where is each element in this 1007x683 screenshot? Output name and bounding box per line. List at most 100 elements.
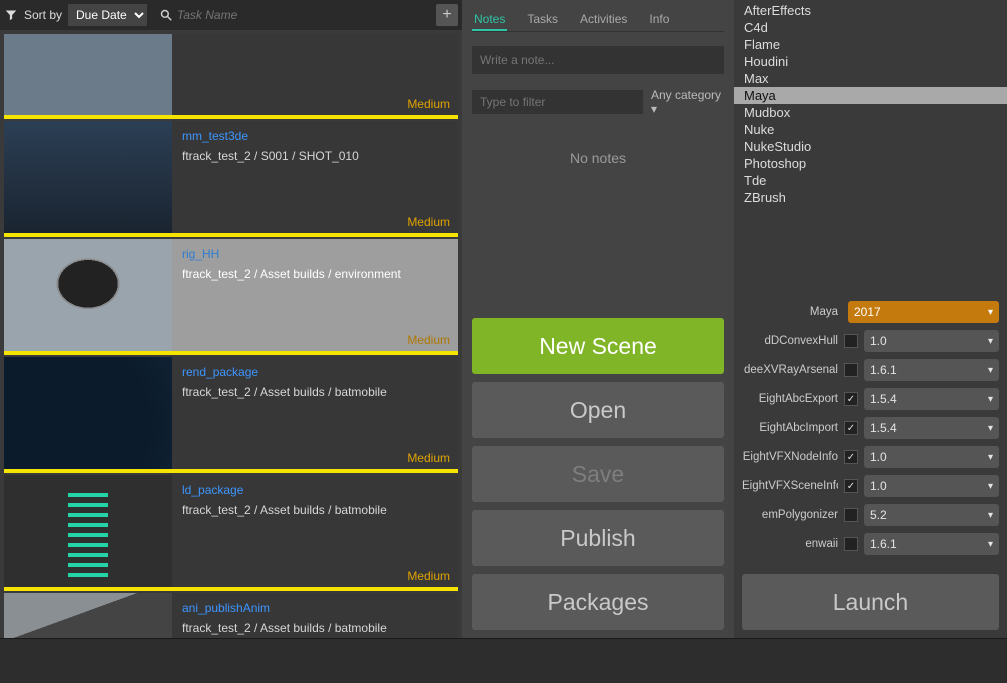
chevron-down-icon: ▾	[988, 307, 993, 318]
launch-button[interactable]: Launch	[742, 574, 999, 630]
app-item-max[interactable]: Max	[734, 70, 1007, 87]
plugin-version-value: 1.5.4	[870, 421, 897, 435]
app-item-flame[interactable]: Flame	[734, 36, 1007, 53]
action-stack: New Scene Open Save Publish Packages	[472, 318, 724, 630]
plugin-row: deeXVRayArsenal 1.6.1▾	[742, 357, 999, 383]
task-title: mm_test3de	[182, 129, 448, 143]
task-thumbnail	[4, 34, 172, 115]
sort-by-label: Sort by	[24, 8, 62, 22]
task-thumbnail	[4, 121, 172, 233]
plugin-row: emPolygonizer 5.2 ▾	[742, 502, 999, 528]
plugin-checkbox[interactable]: ✓	[844, 479, 858, 493]
publish-button[interactable]: Publish	[472, 510, 724, 566]
task-toolbar: Sort by Due Date +	[0, 0, 462, 30]
plugin-name: EightVFXNodeInfo	[742, 451, 838, 463]
task-thumbnail	[4, 475, 172, 587]
plugin-version-dropdown[interactable]: 1.5.4 ▾	[864, 417, 999, 439]
task-row[interactable]: ani_publishAnim ftrack_test_2 / Asset bui…	[4, 593, 458, 638]
app-version-row: Maya 2017 ▾	[742, 299, 999, 325]
plugin-checkbox[interactable]: ✓	[844, 392, 858, 406]
plugin-version-dropdown[interactable]: 1.0▾	[864, 446, 999, 468]
task-row[interactable]: Medium	[4, 34, 458, 119]
app-item-zbrush[interactable]: ZBrush	[734, 189, 1007, 206]
tab-bar: Notes Tasks Activities Info	[472, 8, 724, 32]
save-button[interactable]: Save	[472, 446, 724, 502]
plugin-version-dropdown[interactable]: 1.0 ▾	[864, 475, 999, 497]
task-info: rend_packageftrack_test_2 / Asset builds…	[172, 357, 458, 469]
chevron-down-icon: ▾	[651, 102, 657, 116]
details-panel: NotesTasksActivitiesInfo Any category ▾ …	[462, 0, 734, 638]
plugin-name: enwaii	[742, 538, 838, 550]
plugin-checkbox[interactable]	[844, 508, 858, 522]
tab-activities[interactable]: Activities	[578, 8, 629, 31]
tab-notes[interactable]: Notes	[472, 8, 507, 31]
plugin-version-dropdown[interactable]: 1.6.1▾	[864, 359, 999, 381]
task-thumbnail	[4, 357, 172, 469]
plugin-checkbox[interactable]	[844, 537, 858, 551]
chevron-down-icon: ▾	[988, 510, 993, 521]
plugin-row: EightVFXSceneInfo ✓ 1.0 ▾	[742, 473, 999, 499]
search-wrap	[153, 8, 430, 22]
app-item-photoshop[interactable]: Photoshop	[734, 155, 1007, 172]
plugin-checkbox[interactable]: ✓	[844, 450, 858, 464]
note-filter-input[interactable]	[472, 90, 643, 114]
task-path: ftrack_test_2 / Asset builds / environme…	[182, 267, 448, 281]
chevron-down-icon: ▾	[988, 336, 993, 347]
app-item-aftereffects[interactable]: AfterEffects	[734, 2, 1007, 19]
plugin-version-value: 1.0	[870, 479, 887, 493]
category-dropdown[interactable]: Any category ▾	[651, 88, 724, 116]
search-input[interactable]	[177, 8, 430, 22]
plugin-name: EightVFXSceneInfo	[742, 480, 838, 492]
packages-button[interactable]: Packages	[472, 574, 724, 630]
app-version-dropdown[interactable]: 2017 ▾	[848, 301, 999, 323]
plugin-version-value: 1.6.1	[870, 537, 897, 551]
plugin-version-dropdown[interactable]: 1.6.1 ▾	[864, 533, 999, 555]
plugin-checkbox[interactable]	[844, 363, 858, 377]
task-panel: Sort by Due Date + Mediummm_test3deftrac…	[0, 0, 462, 638]
plugin-version-dropdown[interactable]: 1.5.4▾	[864, 388, 999, 410]
plugin-version-dropdown[interactable]: 5.2 ▾	[864, 504, 999, 526]
plugin-checkbox[interactable]: ✓	[844, 421, 858, 435]
task-row[interactable]: mm_test3deftrack_test_2 / S001 / SHOT_01…	[4, 121, 458, 237]
plugin-version-value: 1.5.4	[870, 392, 897, 406]
app-item-c4d[interactable]: C4d	[734, 19, 1007, 36]
task-row[interactable]: ld_packageftrack_test_2 / Asset builds /…	[4, 475, 458, 591]
task-list[interactable]: Mediummm_test3deftrack_test_2 / S001 / S…	[0, 30, 462, 638]
plugin-name: EightAbcExport	[742, 393, 838, 405]
new-scene-button[interactable]: New Scene	[472, 318, 724, 374]
filter-icon[interactable]	[4, 8, 18, 22]
task-row[interactable]: rend_packageftrack_test_2 / Asset builds…	[4, 357, 458, 473]
plugin-name: emPolygonizer	[742, 509, 838, 521]
open-button[interactable]: Open	[472, 382, 724, 438]
plugin-checkbox[interactable]	[844, 334, 858, 348]
plugin-name: deeXVRayArsenal	[742, 364, 838, 376]
task-row[interactable]: rig_HHftrack_test_2 / Asset builds / env…	[4, 239, 458, 355]
chevron-down-icon: ▾	[988, 481, 993, 492]
app-list[interactable]: AfterEffectsC4dFlameHoudiniMaxMayaMudbox…	[734, 0, 1007, 293]
tab-info[interactable]: Info	[647, 8, 671, 31]
app-item-nuke[interactable]: Nuke	[734, 121, 1007, 138]
chevron-down-icon: ▾	[988, 539, 993, 550]
app-version-label: Maya	[742, 306, 838, 318]
plugin-version-value: 5.2	[870, 508, 887, 522]
task-info: ani_publishAnim ftrack_test_2 / Asset bui…	[172, 593, 458, 638]
plugin-version-dropdown[interactable]: 1.0▾	[864, 330, 999, 352]
task-thumbnail	[4, 239, 172, 351]
tab-tasks[interactable]: Tasks	[525, 8, 560, 31]
app-item-mudbox[interactable]: Mudbox	[734, 104, 1007, 121]
chevron-down-icon: ▾	[988, 423, 993, 434]
task-thumbnail	[4, 593, 172, 638]
app-item-houdini[interactable]: Houdini	[734, 53, 1007, 70]
sort-dropdown[interactable]: Due Date	[68, 4, 147, 26]
app-item-maya[interactable]: Maya	[734, 87, 1007, 104]
no-notes-label: No notes	[472, 150, 724, 166]
task-priority: Medium	[407, 215, 450, 229]
plugin-row: EightAbcExport ✓ 1.5.4▾	[742, 386, 999, 412]
note-input[interactable]	[472, 46, 724, 74]
chevron-down-icon: ▾	[988, 365, 993, 376]
app-item-tde[interactable]: Tde	[734, 172, 1007, 189]
add-button[interactable]: +	[436, 4, 458, 26]
task-path: ftrack_test_2 / Asset builds / batmobile	[182, 621, 448, 635]
task-title: ani_publishAnim	[182, 601, 448, 615]
app-item-nukestudio[interactable]: NukeStudio	[734, 138, 1007, 155]
